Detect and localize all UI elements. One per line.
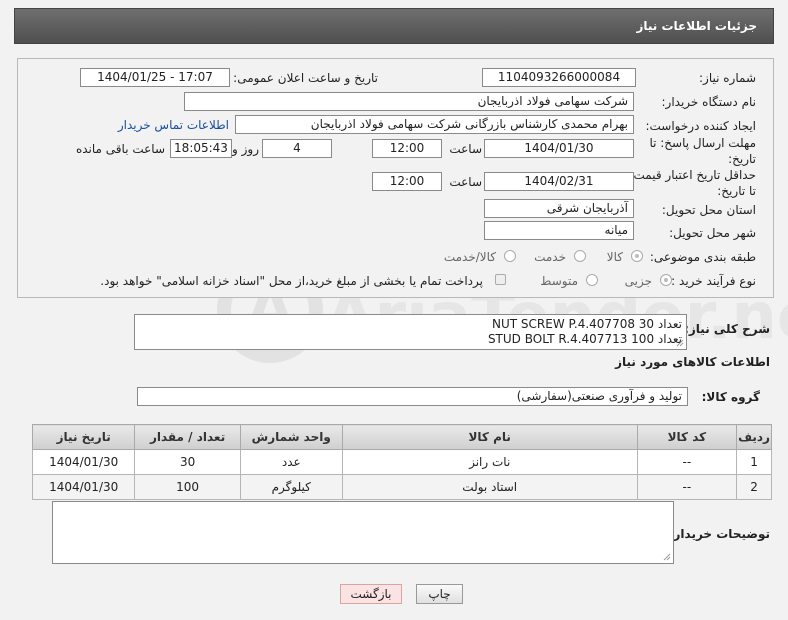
row-index: 2: [736, 474, 772, 500]
table-row: 1 -- نات رانز عدد 30 1404/01/30: [31, 449, 772, 475]
row-code: --: [636, 449, 738, 475]
items-table: ردیف کد کالا نام کالا واحد شمارش تعداد /…: [31, 424, 772, 500]
announce-datetime-label: تاریخ و ساعت اعلان عمومی:: [233, 71, 378, 85]
row-unit: کیلوگرم: [239, 474, 343, 500]
price-validity-date-field: 1404/02/31: [484, 172, 634, 191]
col-name: نام کالا: [341, 424, 638, 450]
row-qty: 30: [134, 449, 241, 475]
resize-grip-icon[interactable]: [676, 339, 684, 347]
buyer-notes-textarea[interactable]: [52, 501, 674, 564]
page-header: جزئیات اطلاعات نیاز: [14, 8, 774, 44]
process-partial-radio[interactable]: [660, 274, 672, 286]
need-number-label: شماره نیاز:: [699, 71, 756, 85]
reply-date-field: 1404/01/30: [484, 139, 634, 158]
row-unit: عدد: [239, 449, 343, 475]
process-type-label: نوع فرآیند خرید :: [671, 274, 756, 288]
price-validity-label: حداقل تاریخ اعتبار قیمت:: [629, 168, 756, 182]
remaining-time-field: 18:05:43: [170, 139, 232, 158]
process-partial-label: جزیی: [624, 274, 652, 288]
need-number-field: 1104093266000084: [482, 68, 636, 87]
resize-grip-icon[interactable]: [663, 553, 671, 561]
description-label: شرح کلی نیاز:: [684, 322, 770, 336]
creator-label: ایجاد کننده درخواست:: [645, 119, 756, 133]
days-remaining-field: 4: [262, 139, 332, 158]
price-validity-time-label: ساعت: [449, 175, 482, 189]
table-row: 2 -- استاد بولت کیلوگرم 100 1404/01/30: [31, 474, 772, 500]
delivery-city-label: شهر محل تحویل:: [669, 226, 756, 240]
row-date: 1404/01/30: [31, 474, 136, 500]
price-validity-label-2: تا تاریخ:: [717, 184, 756, 198]
description-line-2: STUD BOLT R.4.407713 تعداد 100: [487, 332, 682, 346]
reply-deadline-label-2: تاریخ:: [728, 152, 756, 166]
row-name: نات رانز: [341, 449, 638, 475]
announce-datetime-field: 1404/01/25 - 17:07: [80, 68, 230, 87]
row-name: استاد بولت: [341, 474, 638, 500]
col-date: تاریخ نیاز: [31, 424, 136, 450]
col-index: ردیف: [736, 424, 772, 450]
col-qty: تعداد / مقدار: [134, 424, 241, 450]
price-validity-time-field: 12:00: [372, 172, 442, 191]
category-label: طبقه بندی موضوعی:: [649, 250, 756, 264]
treasury-payment-note: پرداخت تمام یا بخشی از مبلغ خرید،از محل …: [100, 274, 483, 288]
delivery-city-field: میانه: [484, 221, 634, 240]
table-header-row: ردیف کد کالا نام کالا واحد شمارش تعداد /…: [31, 424, 772, 450]
print-button[interactable]: چاپ: [416, 584, 463, 604]
creator-field: بهرام محمدی کارشناس بازرگانی شرکت سهامی …: [235, 115, 634, 134]
buyer-contact-link[interactable]: اطلاعات تماس خریدار: [118, 118, 229, 132]
buyer-org-field: شرکت سهامی فولاد اذربایجان: [184, 92, 634, 111]
category-goods-radio[interactable]: [631, 250, 643, 262]
buyer-org-label: نام دستگاه خریدار:: [661, 95, 757, 109]
reply-time-label: ساعت: [449, 142, 482, 156]
back-button[interactable]: بازگشت: [340, 584, 402, 604]
treasury-payment-checkbox[interactable]: [495, 274, 506, 285]
goods-info-title: اطلاعات کالاهای مورد نیاز: [615, 355, 770, 369]
row-index: 1: [736, 449, 772, 475]
delivery-province-field: آذربایجان شرقی: [484, 199, 634, 218]
description-textarea[interactable]: NUT SCREW P.4.407708 تعداد 30 STUD BOLT …: [134, 314, 687, 350]
remaining-time-label: ساعت باقی مانده: [75, 142, 165, 156]
buyer-notes-label: توضیحات خریدار:: [668, 527, 770, 541]
page-title: جزئیات اطلاعات نیاز: [636, 19, 757, 33]
category-goods-label: کالا: [606, 250, 623, 264]
delivery-province-label: استان محل تحویل:: [661, 203, 756, 217]
goods-group-label: گروه کالا:: [701, 390, 760, 404]
description-line-1: NUT SCREW P.4.407708 تعداد 30: [492, 317, 682, 331]
reply-time-field: 12:00: [372, 139, 442, 158]
row-code: --: [636, 474, 738, 500]
process-medium-radio[interactable]: [586, 274, 598, 286]
row-qty: 100: [134, 474, 241, 500]
col-unit: واحد شمارش: [239, 424, 343, 450]
col-code: کد کالا: [636, 424, 738, 450]
category-both-radio[interactable]: [504, 250, 516, 262]
days-label: روز و: [232, 142, 259, 156]
goods-group-field: تولید و فرآوری صنعتی(سفارشی): [137, 387, 688, 406]
category-service-label: خدمت: [534, 250, 566, 264]
category-both-label: کالا/خدمت: [443, 250, 496, 264]
reply-deadline-label: مهلت ارسال پاسخ: تا: [649, 136, 756, 150]
row-date: 1404/01/30: [31, 449, 136, 475]
category-service-radio[interactable]: [574, 250, 586, 262]
process-medium-label: متوسط: [540, 274, 578, 288]
